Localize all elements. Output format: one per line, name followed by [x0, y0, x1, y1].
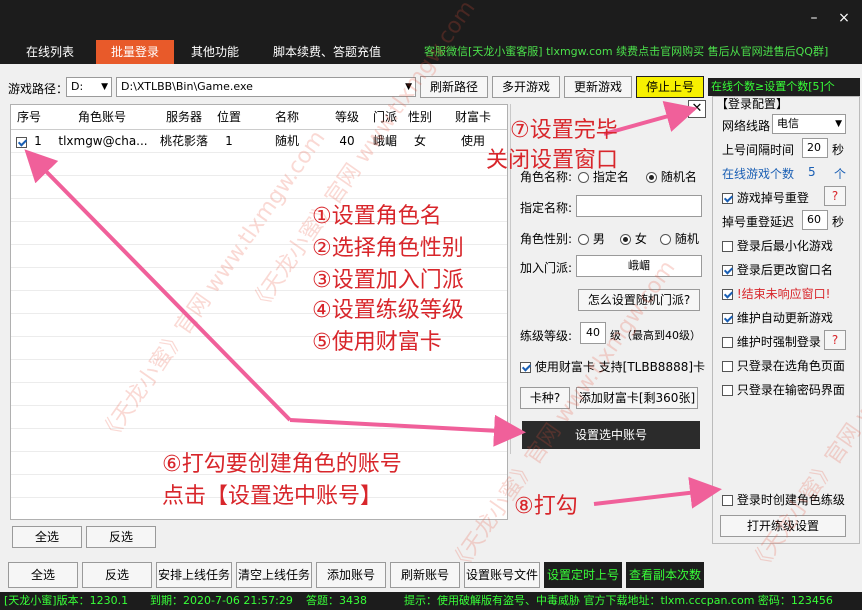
arrow-to-set-button	[289, 414, 526, 447]
annotation-step1: ①设置角色名	[312, 204, 442, 229]
annotation-step7a: ⑦设置完毕	[510, 118, 618, 143]
annotation-step8: ⑧打勾	[514, 494, 578, 519]
annotation-step5: ⑤使用财富卡	[312, 330, 442, 355]
annotation-step4: ④设置练级等级	[312, 298, 464, 323]
arrow-to-checkbox	[24, 149, 292, 422]
annotation-step7b: 关闭设置窗口	[486, 148, 619, 173]
annotation-step3: ③设置加入门派	[312, 268, 464, 293]
arrow-to-create-checkbox	[593, 476, 722, 509]
annotation-step2: ②选择角色性别	[312, 236, 464, 261]
annotation-step6b: 点击【设置选中账号】	[162, 484, 383, 509]
annotation-step6a: ⑥打勾要创建角色的账号	[162, 452, 402, 477]
